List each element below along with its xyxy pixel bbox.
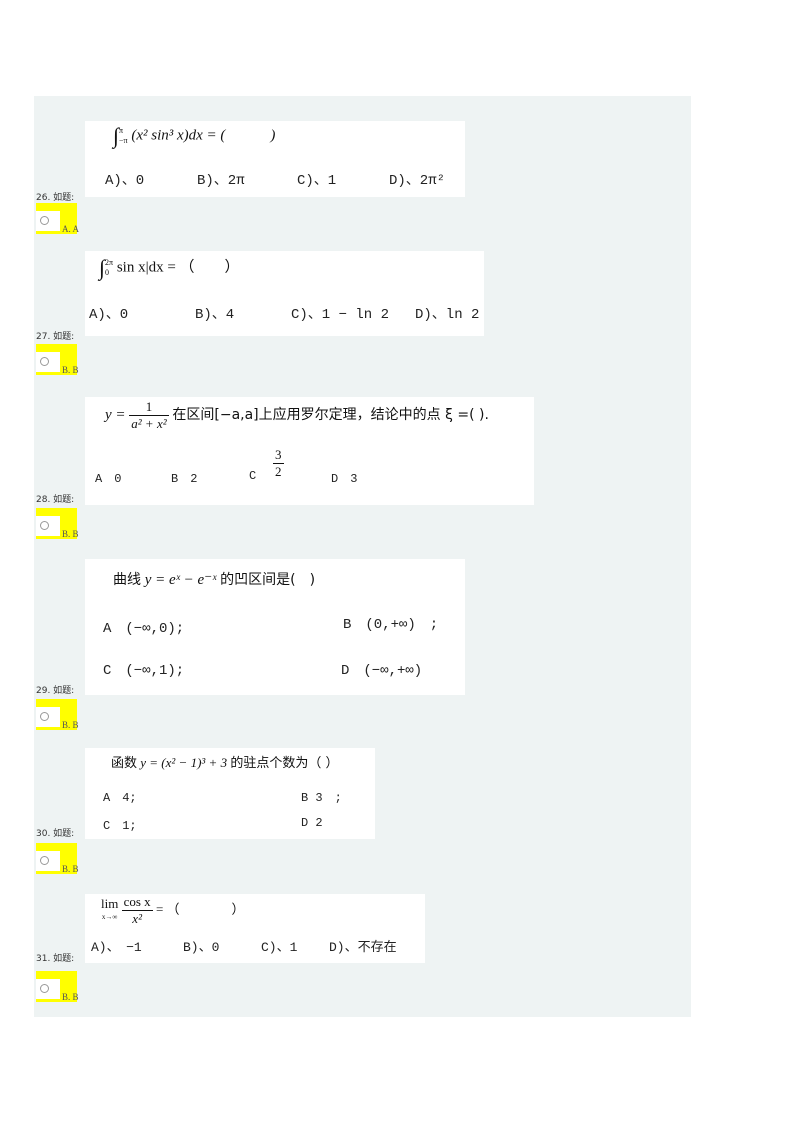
answer-label: B. B [62,864,79,874]
answer-label: A. A [62,224,80,234]
option-a: A 0 [95,472,122,486]
option-c: C)、1 [261,940,298,955]
option-d: D)、不存在 [329,940,397,955]
radio-button[interactable] [40,712,49,721]
question-30-image: 函数 y = (x² − 1)³ + 3 的驻点个数为（ ） A 4; B 3 … [85,748,375,839]
question-31-stem: lim x→∞ cos x x² = （ ） [101,894,245,926]
option-a: A)、0 [105,173,145,189]
option-c: C 1; [103,819,137,833]
radio-button[interactable] [40,984,49,993]
option-d: D)、ln 2 [415,307,480,323]
question-number: 26. 如题: [36,193,75,203]
option-d: D 2 [301,816,323,830]
answer-highlight[interactable]: B. B [36,344,79,375]
option-b: B (0,+∞) ; [343,617,439,633]
option-d: D 3 [331,472,358,486]
option-c-fraction: 32 [273,447,284,479]
answer-highlight[interactable]: B. B [36,699,79,730]
option-c: C)、1 − ln 2 [291,307,390,323]
question-number: 27. 如题: [36,332,75,342]
question-number: 28. 如题: [36,495,75,505]
answer-label: B. B [62,720,79,730]
radio-button[interactable] [40,521,49,530]
option-a: A (−∞,0); [103,621,185,637]
question-number: 31. 如题: [36,954,75,964]
question-30-stem: 函数 y = (x² − 1)³ + 3 的驻点个数为（ ） [111,755,339,771]
question-28-stem: y = 1 a² + x² 在区间[−a,a]上应用罗尔定理，结论中的点 ξ =(… [105,399,489,431]
answer-highlight[interactable]: B. B [36,971,79,1002]
radio-button[interactable] [40,357,49,366]
question-29-stem: 曲线 y = eˣ − e⁻ˣ 的凹区间是( ) [113,572,316,588]
option-b: B 3 ; [301,791,342,805]
answer-highlight[interactable]: B. B [36,508,79,539]
radio-button[interactable] [40,856,49,865]
question-27-stem: ∫2π 0 sin x|dx = （ ） [99,255,240,280]
option-d: D)、2π² [389,173,446,189]
question-number: 30. 如题: [36,829,75,839]
answer-highlight[interactable]: B. B [36,843,79,874]
option-c: C)、1 [297,173,337,189]
option-b: B)、4 [195,307,235,323]
answer-label: B. B [62,529,79,539]
question-28-image: y = 1 a² + x² 在区间[−a,a]上应用罗尔定理，结论中的点 ξ =(… [85,397,534,505]
radio-button[interactable] [40,216,49,225]
answer-label: B. B [62,365,79,375]
option-d: D (−∞,+∞) [341,663,423,679]
answer-highlight[interactable]: A. A [36,203,80,234]
option-a: A)、0 [89,307,129,323]
question-number: 29. 如题: [36,686,75,696]
question-31-image: lim x→∞ cos x x² = （ ） A)、 −1 B)、0 C)、1 D… [85,894,425,963]
question-26-image: ∫π −π (x² sin³ x)dx = ( ) A)、0 B)、2π C)、1… [85,121,465,197]
option-c: C [249,469,257,483]
question-26-stem: ∫π −π (x² sin³ x)dx = ( ) [113,123,276,148]
question-list-panel: ∫π −π (x² sin³ x)dx = ( ) A)、0 B)、2π C)、1… [34,96,691,1017]
answer-label: B. B [62,992,79,1002]
question-27-image: ∫2π 0 sin x|dx = （ ） A)、0 B)、4 C)、1 − ln … [85,251,484,336]
option-b: B 2 [171,472,198,486]
question-29-image: 曲线 y = eˣ − e⁻ˣ 的凹区间是( ) A (−∞,0); B (0,… [85,559,465,695]
option-c: C (−∞,1); [103,663,185,679]
option-b: B)、2π [197,173,245,189]
option-b: B)、0 [183,940,220,955]
option-a: A)、 −1 [91,940,142,955]
option-a: A 4; [103,791,137,805]
